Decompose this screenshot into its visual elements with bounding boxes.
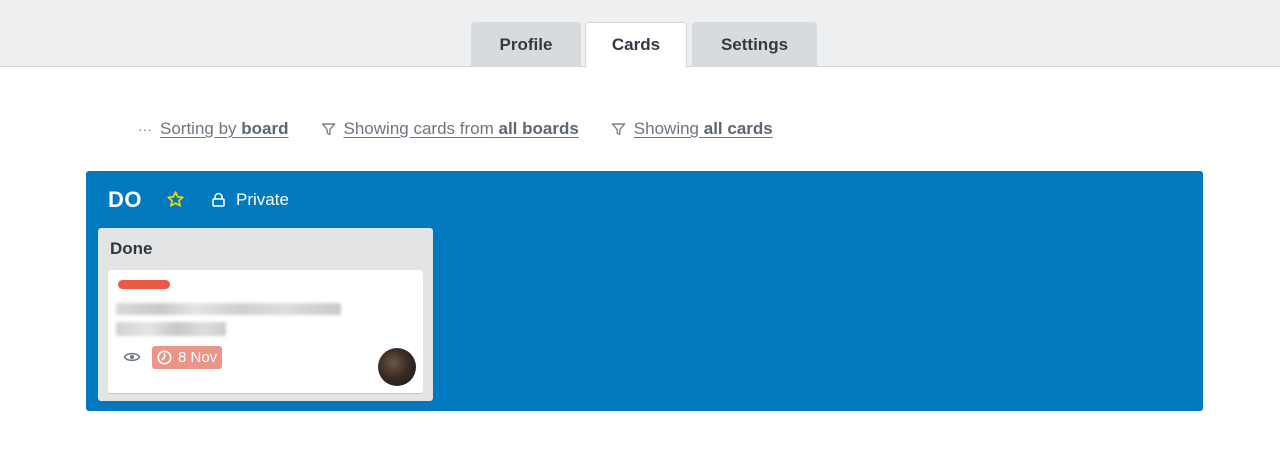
clock-icon <box>157 350 172 365</box>
sorting-filter[interactable]: ··· Sorting by board <box>138 119 289 139</box>
avatar[interactable] <box>378 348 416 386</box>
card-title-redacted <box>116 322 226 336</box>
board-title[interactable]: DO <box>108 187 142 213</box>
ellipsis-icon: ··· <box>138 121 152 137</box>
card[interactable]: 8 Nov <box>108 270 423 393</box>
filter-bar: ··· Sorting by board Showing cards from … <box>138 118 805 140</box>
boards-filter-value: all boards <box>498 119 579 138</box>
tab-cards[interactable]: Cards <box>585 22 687 68</box>
tab-settings[interactable]: Settings <box>692 22 817 67</box>
list-done: Done 8 Nov <box>98 228 433 401</box>
filter-icon <box>611 122 626 137</box>
boards-filter-prefix: Showing cards from <box>343 119 494 138</box>
privacy-label[interactable]: Private <box>236 190 289 210</box>
card-label <box>118 280 170 289</box>
top-tab-bar: Profile Cards Settings <box>0 0 1280 68</box>
sorting-value: board <box>241 119 289 138</box>
due-date-text: 8 Nov <box>178 349 218 366</box>
card-title-redacted <box>116 303 341 315</box>
filter-icon <box>321 122 336 137</box>
sorting-prefix: Sorting by <box>160 119 237 138</box>
star-icon[interactable] <box>166 190 185 209</box>
sorting-link[interactable]: Sorting by board <box>160 119 289 139</box>
cards-filter[interactable]: Showing all cards <box>611 119 773 139</box>
due-date-badge[interactable]: 8 Nov <box>152 346 223 369</box>
cards-filter-prefix: Showing <box>633 119 700 138</box>
board-panel: DO Private Done 8 Nov <box>86 171 1203 411</box>
list-title: Done <box>110 239 153 258</box>
tab-profile[interactable]: Profile <box>471 22 581 67</box>
cards-filter-link[interactable]: Showing all cards <box>634 119 773 139</box>
eye-icon <box>123 352 141 362</box>
lock-icon <box>212 192 225 207</box>
boards-filter-link[interactable]: Showing cards from all boards <box>344 119 579 139</box>
boards-filter[interactable]: Showing cards from all boards <box>321 119 579 139</box>
cards-filter-value: all cards <box>703 119 773 138</box>
